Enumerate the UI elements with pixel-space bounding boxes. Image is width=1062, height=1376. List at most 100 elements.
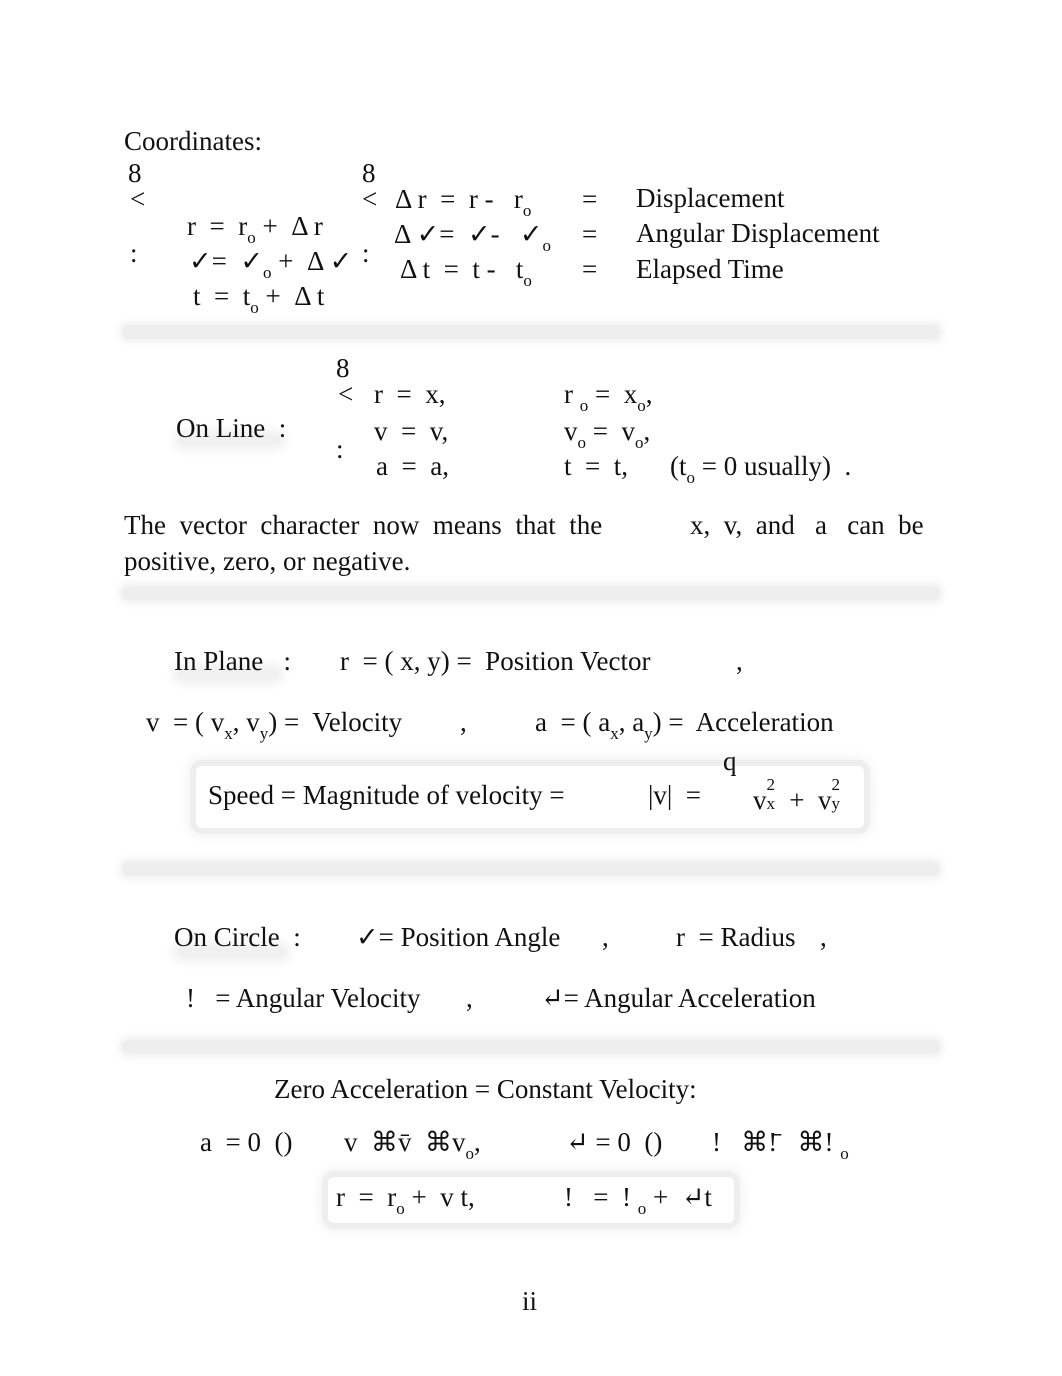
meaning-angular-displacement: Angular Displacement [636,218,880,248]
term: v [753,785,767,815]
term: = x [588,379,638,409]
sub: x [766,794,776,813]
sub: x [224,724,233,743]
sub: y [831,794,840,813]
brace-mid: < [130,184,146,214]
term: v [564,416,578,446]
term: + ↵t [646,1182,712,1212]
line-t-equals-t: t = t, [564,451,628,481]
term: ! ⌘!̄ ⌘! [712,1127,834,1157]
line-v-equals-v: v = v, [374,416,449,446]
eq-expr: Δ r = r - r [395,184,523,214]
term: , v [232,707,260,737]
brace-bot-3: : [336,434,344,464]
sub: x [610,724,619,743]
term: r = r [336,1182,397,1212]
term: v ⌘v̄ ⌘v [344,1127,466,1157]
angle-formula: ! = ! o + ↵t [564,1182,712,1218]
vector-note-line1b: x, v, and a can be [690,510,924,540]
section-divider [122,325,940,339]
page-number: ii [522,1286,538,1316]
term: ) = Acceleration [652,707,834,737]
brace-top-2: 8 [362,158,376,188]
sub: o [577,433,587,452]
term: , a [618,707,645,737]
term: ! = ! [564,1182,631,1212]
term: + v t, [404,1182,475,1212]
subsup: 2x [766,776,783,813]
sub: o [634,433,644,452]
position-formula: r = ro + v t, [336,1182,475,1218]
eq-sub: o [250,298,259,317]
term: v = ( v [146,707,225,737]
equals-sign: = [582,219,598,249]
sqrt-icon: q [723,746,737,776]
line-r-equals-x: r = x, [374,379,446,409]
term: , [645,379,653,409]
speed-sqrt-expression: v2x + v2y [753,776,847,815]
acceleration-def: a = ( ax, ay) = Acceleration [535,707,834,743]
term: , [643,416,651,446]
brace-bot: : [130,238,138,268]
t0-usually-note: (to = 0 usually) . [670,451,852,487]
brace-top: 8 [128,158,142,188]
line-r0-equals-x0: r o = xo, [564,379,653,415]
equals-sign: = [582,254,598,284]
sub: o [579,396,589,415]
on-line-label: On Line : [176,413,287,443]
position-vector-def: r = ( x, y) = Position Vector [340,646,651,676]
coordinates-heading: Coordinates: [124,126,262,156]
brace-top-3: 8 [336,353,350,383]
comma: , [736,646,743,676]
sub: y [259,724,269,743]
delta-theta-equation: Δ ✓= ✓- ✓o [394,221,551,255]
a-zero-implies: a = 0 () [200,1127,293,1157]
comma: , [466,983,473,1013]
term: + v [782,785,832,815]
zero-accel-heading: Zero Acceleration = Constant Velocity: [274,1074,697,1104]
comma: , [820,922,827,952]
angular-velocity-def: ! = Angular Velocity [186,983,421,1013]
delta-t-equation: Δ t = t - to [400,256,532,290]
subsup: 2y [831,776,847,813]
eq-lhs: t [193,281,201,311]
section-divider [122,1040,940,1054]
sub: o [637,396,646,415]
term: ) = Velocity [268,707,403,737]
meaning-elapsed-time: Elapsed Time [636,254,784,284]
eq-sub: o [522,201,532,220]
term: = v [586,416,635,446]
section-divider [122,586,940,600]
comma: , [460,707,467,737]
term: (t [670,451,687,481]
section-divider [122,862,940,876]
term: = 0 usually) . [695,451,852,481]
eq-rest: + Δ t [265,281,325,311]
brace-bot-2: : [362,238,370,268]
term: r [564,379,573,409]
alpha-zero-implies: ↵ = 0 () [566,1127,663,1157]
vector-note-line1a: The vector character now means that the [124,510,603,540]
sup: 2 [766,775,776,794]
brace-mid-2: < [362,184,378,214]
velocity-def: v = ( vx, vy) = Velocity [146,707,403,743]
line-v0-equals-v0: vo = vo, [564,416,651,452]
term: a = ( a [535,707,611,737]
equals-sign: = [582,184,598,214]
sub: o [637,1199,647,1218]
line-a-equals-a: a = a, [376,451,449,481]
sub: o [840,1144,849,1163]
sup: 2 [831,775,840,794]
eq-sub: o [542,236,551,255]
sub: o [686,468,696,487]
eq-sub: o [523,271,532,290]
speed-definition: Speed = Magnitude of velocity = [208,780,565,810]
sub: o [465,1144,475,1163]
vector-note-line2: positive, zero, or negative. [124,546,411,576]
position-angle-def: ✓= Position Angle [356,922,561,952]
meaning-displacement: Displacement [636,183,785,213]
brace-mid-3: < [338,379,354,409]
sub: y [644,724,653,743]
term: , [474,1127,481,1157]
sub: o [396,1199,405,1218]
